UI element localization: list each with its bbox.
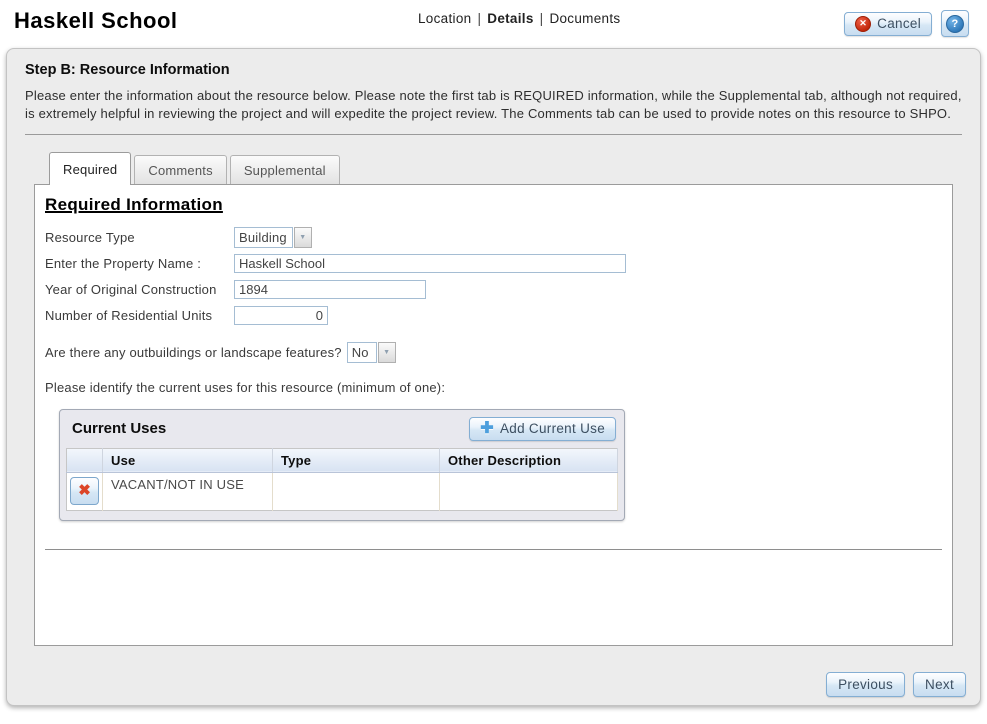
current-uses-panel: Current Uses ✚ Add Current Use Use Type … — [59, 409, 625, 521]
step-instructions: Please enter the information about the r… — [25, 87, 962, 124]
column-header-use: Use — [103, 448, 273, 472]
current-uses-heading: Current Uses — [72, 420, 166, 437]
property-name-input[interactable] — [234, 254, 626, 273]
current-uses-header: Current Uses ✚ Add Current Use — [66, 417, 618, 441]
content-divider — [45, 549, 942, 550]
nav-documents[interactable]: Documents — [549, 11, 620, 26]
nav-location[interactable]: Location — [418, 11, 471, 26]
cancel-button-label: Cancel — [877, 16, 921, 31]
tab-bar: Required Comments Supplemental — [49, 152, 968, 184]
current-uses-table: Use Type Other Description ✖ VACANT/NOT … — [66, 448, 618, 511]
help-button[interactable]: ? — [941, 10, 969, 37]
units-row: Number of Residential Units — [45, 303, 942, 329]
nav-separator: | — [540, 11, 544, 26]
tab-content: Required Information Resource Type Build… — [34, 184, 953, 646]
property-name-label: Enter the Property Name : — [45, 256, 234, 271]
chevron-down-icon[interactable]: ▼ — [378, 342, 396, 363]
nav-separator: | — [477, 11, 481, 26]
outbuildings-select[interactable]: No ▼ — [347, 342, 396, 363]
cell-use: VACANT/NOT IN USE — [103, 472, 273, 510]
tab-comments[interactable]: Comments — [134, 155, 226, 184]
page-title: Haskell School — [14, 8, 178, 34]
header-buttons: ✕ Cancel ? — [844, 10, 969, 37]
delete-row-button[interactable]: ✖ — [70, 477, 99, 505]
plus-icon: ✚ — [480, 421, 494, 437]
cell-other — [440, 472, 618, 510]
resource-type-select[interactable]: Building ▼ — [234, 227, 312, 248]
property-name-row: Enter the Property Name : — [45, 251, 942, 277]
outbuildings-row: Are there any outbuildings or landscape … — [45, 342, 942, 363]
delete-cell: ✖ — [67, 472, 103, 510]
resource-type-label: Resource Type — [45, 230, 234, 245]
table-header-row: Use Type Other Description — [67, 448, 618, 472]
wizard-panel: Step B: Resource Information Please ente… — [6, 48, 981, 706]
section-heading: Required Information — [45, 195, 942, 215]
outbuildings-label: Are there any outbuildings or landscape … — [45, 345, 342, 360]
nav-details[interactable]: Details — [487, 11, 533, 26]
tab-required[interactable]: Required — [49, 152, 131, 185]
year-input[interactable] — [234, 280, 426, 299]
current-uses-prompt: Please identify the current uses for thi… — [45, 380, 942, 395]
column-header-type: Type — [273, 448, 440, 472]
units-input[interactable] — [234, 306, 328, 325]
delete-icon: ✖ — [78, 483, 91, 498]
outbuildings-value: No — [347, 342, 377, 363]
resource-type-value: Building — [234, 227, 293, 248]
table-row: ✖ VACANT/NOT IN USE — [67, 472, 618, 510]
cancel-icon: ✕ — [855, 16, 871, 32]
cell-type — [273, 472, 440, 510]
add-current-use-label: Add Current Use — [500, 421, 605, 436]
app-header: Haskell School Location | Details | Document… — [0, 0, 987, 48]
breadcrumb-nav: Location | Details | Documents — [418, 11, 620, 26]
tab-supplemental[interactable]: Supplemental — [230, 155, 340, 184]
year-label: Year of Original Construction — [45, 282, 234, 297]
year-row: Year of Original Construction — [45, 277, 942, 303]
footer-buttons: Previous Next — [826, 672, 966, 697]
cancel-button[interactable]: ✕ Cancel — [844, 12, 932, 36]
resource-type-row: Resource Type Building ▼ — [45, 225, 942, 251]
units-label: Number of Residential Units — [45, 308, 234, 323]
step-heading: Step B: Resource Information — [25, 62, 968, 78]
add-current-use-button[interactable]: ✚ Add Current Use — [469, 417, 616, 441]
next-button[interactable]: Next — [913, 672, 966, 697]
help-icon: ? — [946, 15, 964, 33]
column-header-other: Other Description — [440, 448, 618, 472]
previous-button[interactable]: Previous — [826, 672, 905, 697]
chevron-down-icon[interactable]: ▼ — [294, 227, 312, 248]
header-divider — [25, 134, 962, 135]
delete-column-header — [67, 448, 103, 472]
